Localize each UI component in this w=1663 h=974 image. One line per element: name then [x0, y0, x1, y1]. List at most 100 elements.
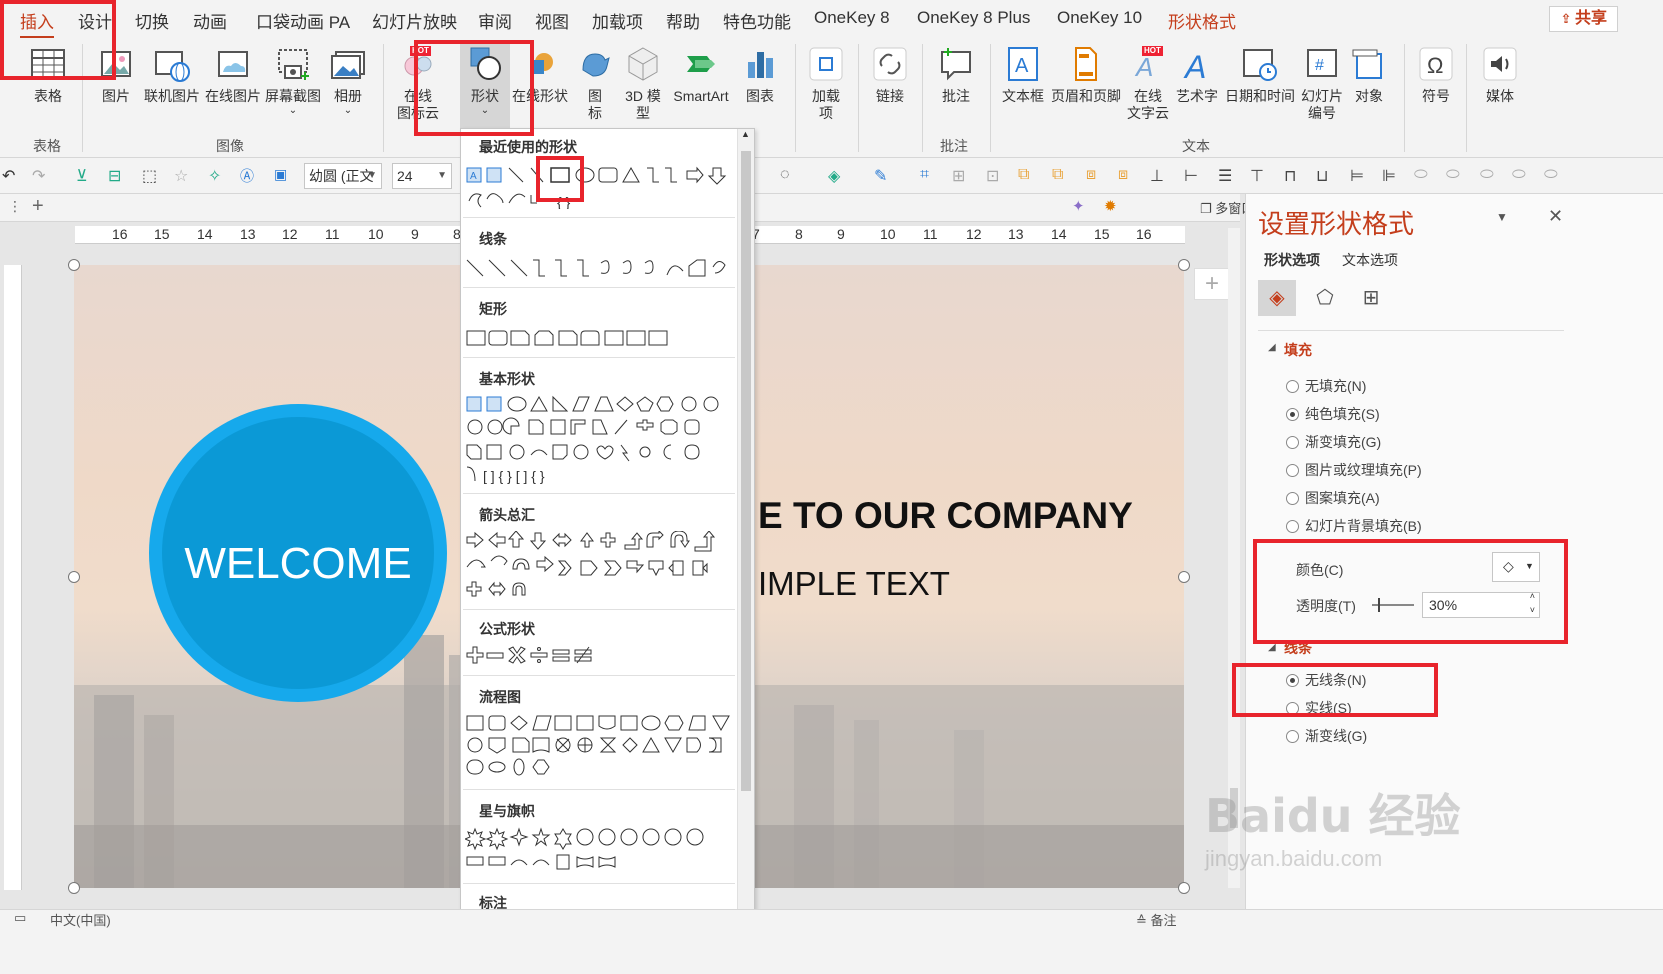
pane-options-chevron-icon[interactable]: ▼	[1496, 210, 1508, 224]
send-backward-icon[interactable]: ⧉	[1052, 166, 1072, 186]
tab-onekey8plus[interactable]: OneKey 8 Plus	[917, 8, 1030, 28]
align-center-icon[interactable]: ⊥	[1150, 166, 1170, 186]
link-button[interactable]: 链接	[868, 44, 912, 105]
media-button[interactable]: 媒体	[1478, 44, 1522, 105]
tab-slideshow[interactable]: 幻灯片放映	[372, 8, 457, 33]
album-button[interactable]: 相册 ⌄	[325, 44, 371, 116]
welcome-circle[interactable]: WELCOME	[149, 404, 447, 702]
close-icon[interactable]: ✕	[1548, 206, 1563, 227]
vertical-textbox-icon[interactable]: ▣	[274, 166, 294, 186]
resize-handle[interactable]	[1178, 882, 1190, 894]
share-button[interactable]: ⇪ 共享	[1549, 6, 1618, 32]
rectangles-row[interactable]	[465, 327, 737, 349]
line-section-header[interactable]: 线条	[1284, 638, 1312, 658]
presenter-icon[interactable]: ⊻	[76, 166, 96, 186]
crop-icon[interactable]: ⌗	[920, 166, 940, 186]
flowchart-grid[interactable]	[465, 713, 737, 779]
effects-pentagon-icon[interactable]: ⬠	[1306, 280, 1344, 316]
notes-button[interactable]: ≙ 备注	[1136, 910, 1177, 929]
line-option-gradient[interactable]: 渐变线(G)	[1286, 726, 1367, 746]
resize-handle[interactable]	[1178, 571, 1190, 583]
combine-icon[interactable]: ⬭	[1480, 166, 1500, 186]
slide-panel-icon[interactable]: ▭	[14, 910, 26, 926]
bring-front-icon[interactable]: ⧈	[1086, 166, 1106, 186]
fragment-icon[interactable]: ⬭	[1512, 166, 1532, 186]
shape-fill-icon[interactable]: ◌	[780, 166, 800, 186]
tab-addins[interactable]: 加载项	[592, 8, 643, 33]
align-icon[interactable]: ⊟	[108, 166, 128, 186]
tab-help[interactable]: 帮助	[666, 8, 700, 33]
header-footer-button[interactable]: 页眉和页脚	[1050, 44, 1122, 105]
icons-button[interactable]: 图 标	[573, 44, 617, 122]
comment-button[interactable]: 批注	[934, 44, 978, 105]
slide-subtitle[interactable]: IMPLE TEXT	[758, 565, 950, 603]
bring-forward-icon[interactable]: ⧉	[1018, 166, 1038, 186]
online-text-cloud-button[interactable]: HOT A 在线 文字云	[1126, 44, 1170, 122]
language-status[interactable]: 中文(中国)	[50, 910, 111, 929]
union-icon[interactable]: ⬭	[1446, 166, 1466, 186]
tab-insert[interactable]: 插入	[20, 8, 54, 39]
album-dropdown-icon[interactable]: ⌄	[325, 105, 371, 116]
3d-models-button[interactable]: 3D 模 型	[620, 44, 666, 122]
align-top-icon[interactable]: ⊓	[1284, 166, 1304, 186]
shapes-menu-scrollbar[interactable]: ▲ ▼	[737, 129, 754, 917]
symbol-button[interactable]: Ω 符号	[1414, 44, 1458, 105]
star-icon[interactable]: ☆	[174, 166, 194, 186]
stars-banners-grid[interactable]	[465, 827, 737, 875]
textbox-small-icon[interactable]: Ⓐ	[240, 166, 260, 186]
resize-handle[interactable]	[68, 571, 80, 583]
fill-collapse-icon[interactable]: ◢	[1268, 342, 1276, 353]
chart-button[interactable]: 图表	[738, 44, 782, 105]
pen-color-icon[interactable]: ✎	[874, 166, 894, 186]
select-icon[interactable]: ⬚	[142, 166, 162, 186]
tab-onekey10[interactable]: OneKey 10	[1057, 8, 1142, 28]
line-collapse-icon[interactable]: ◢	[1268, 642, 1276, 653]
fill-option-gradient[interactable]: 渐变填充(G)	[1286, 432, 1381, 452]
distribute-h-icon[interactable]: ⊨	[1350, 166, 1370, 186]
tab-onekey8[interactable]: OneKey 8	[814, 8, 890, 28]
align-left-icon[interactable]: ⊤	[1250, 166, 1270, 186]
smartart-button[interactable]: SmartArt	[668, 44, 734, 105]
screenshot-dropdown-icon[interactable]: ⌄	[263, 105, 323, 116]
magic-wand-icon[interactable]: ✦	[1072, 197, 1085, 215]
slide-headline[interactable]: E TO OUR COMPANY	[758, 495, 1133, 537]
spinner-icon[interactable]: ˄ ˅	[1530, 589, 1535, 617]
online-icon-cloud-button[interactable]: HOT 在线 图标云	[392, 44, 444, 122]
tab-special-features[interactable]: 特色功能	[723, 8, 791, 33]
resize-handle[interactable]	[1178, 259, 1190, 271]
fill-option-pattern[interactable]: 图案填充(A)	[1286, 488, 1380, 508]
online-picture-link-button[interactable]: 联机图片	[142, 44, 202, 105]
transparency-slider[interactable]	[1372, 598, 1414, 612]
fill-bucket-icon[interactable]: ◈	[828, 166, 848, 186]
tab-animations[interactable]: 动画	[193, 8, 227, 33]
tab-design[interactable]: 设计	[78, 8, 112, 33]
more-icon[interactable]: ⋮	[8, 198, 22, 215]
color-picker-button[interactable]: ◇ ▼	[1492, 552, 1540, 582]
tab-shape-format[interactable]: 形状格式	[1168, 8, 1236, 33]
slide-number-button[interactable]: # 幻灯片 编号	[1300, 44, 1344, 122]
fill-option-slide-bg[interactable]: 幻灯片背景填充(B)	[1286, 516, 1422, 536]
distribute-v-icon[interactable]: ⊫	[1382, 166, 1402, 186]
recent-shapes-row[interactable]: A { }	[465, 165, 737, 209]
tab-transitions[interactable]: 切换	[135, 8, 169, 33]
date-time-button[interactable]: 日期和时间	[1222, 44, 1298, 105]
align-bottom-icon[interactable]: ⊔	[1316, 166, 1336, 186]
font-name-select[interactable]: 幼圆 (正文 ▼	[304, 163, 382, 189]
object-button[interactable]: 对象	[1346, 44, 1392, 105]
tab-pocket-animation[interactable]: 口袋动画 PA	[256, 8, 350, 33]
block-arrows-grid[interactable]	[465, 531, 737, 601]
lines-row[interactable]	[465, 257, 737, 279]
settings-gear-icon[interactable]: ✹	[1104, 197, 1117, 215]
fill-line-icon[interactable]: ◈	[1258, 280, 1296, 316]
slider-thumb[interactable]	[1378, 598, 1380, 612]
shapes-dropdown-icon[interactable]: ⌄	[460, 105, 510, 116]
intersect-icon[interactable]: ⬭	[1544, 166, 1564, 186]
merge-shapes-icon[interactable]: ⬭	[1414, 166, 1434, 186]
transparency-input[interactable]: 30% ˄ ˅	[1422, 589, 1540, 618]
equation-shapes-row[interactable]	[465, 645, 737, 667]
fill-option-picture[interactable]: 图片或纹理填充(P)	[1286, 460, 1422, 480]
fill-option-none[interactable]: 无填充(N)	[1286, 376, 1366, 396]
tab-shape-options[interactable]: 形状选项	[1264, 250, 1320, 270]
basic-shapes-grid[interactable]: [ ] { } [ ] { }	[465, 395, 737, 487]
add-element-icon[interactable]: +	[1194, 268, 1230, 300]
